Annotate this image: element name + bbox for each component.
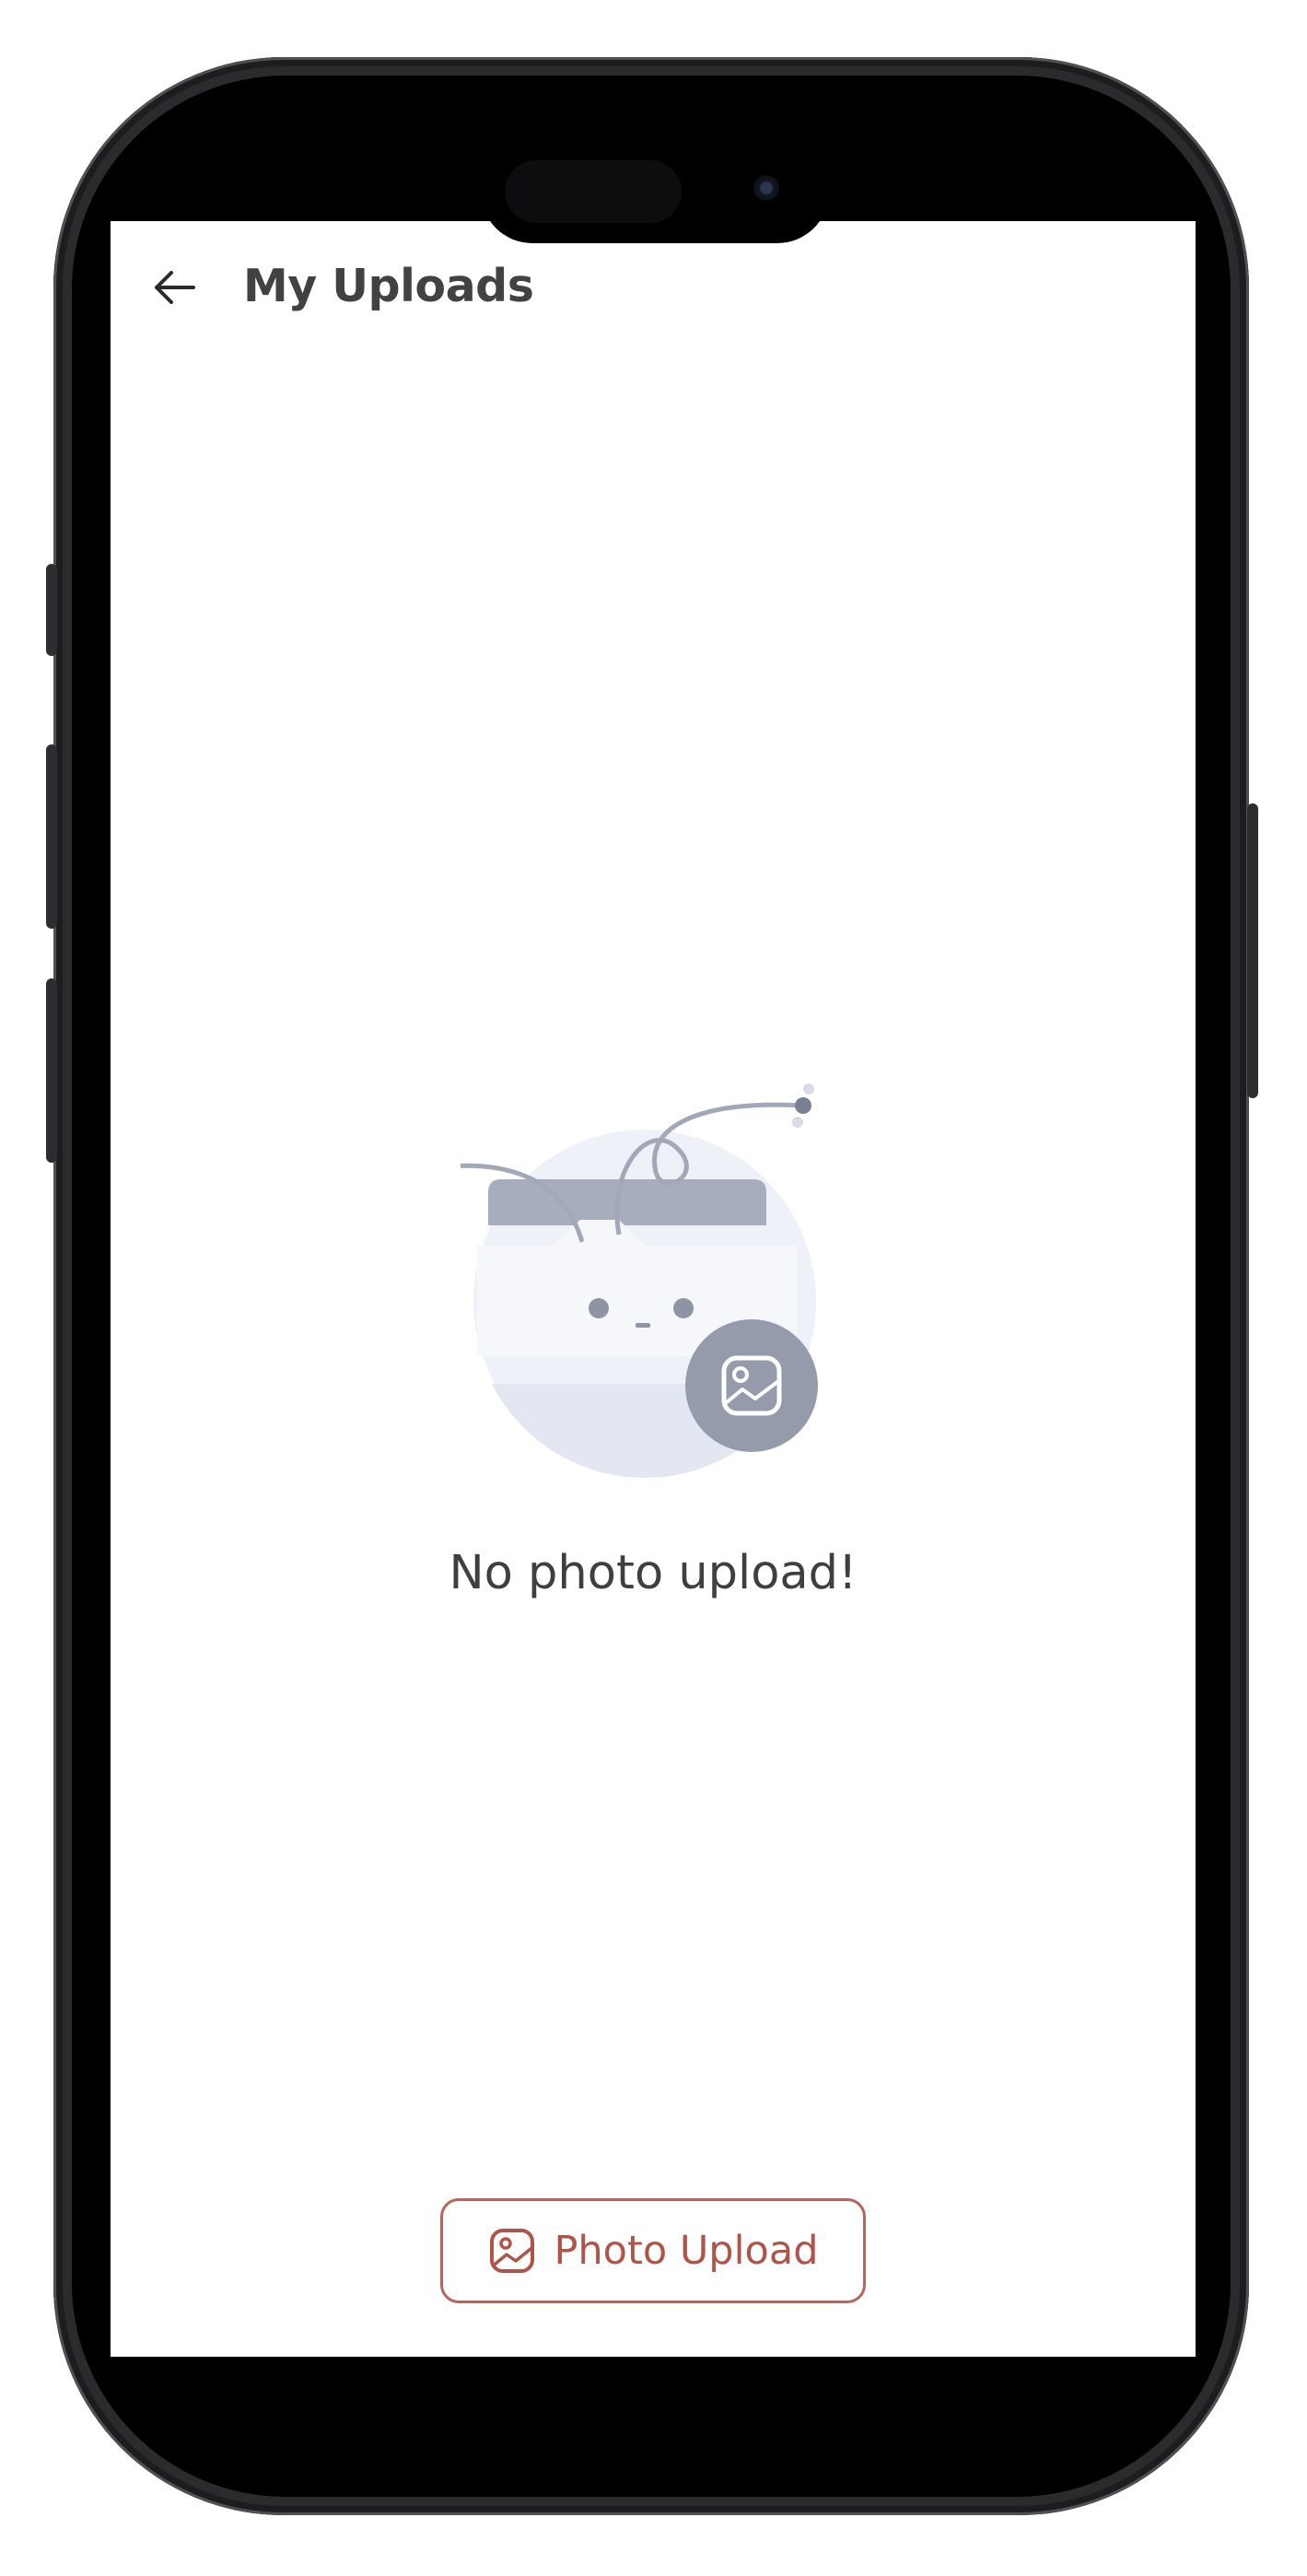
island-sensor <box>505 160 682 223</box>
app-screen: My Uploads No photo upload! Photo Upload <box>111 221 1196 2357</box>
action-button <box>46 564 57 656</box>
empty-folder-photo-icon <box>461 1083 818 1479</box>
empty-state-message: No photo upload! <box>449 1546 858 1600</box>
device-mockup: My Uploads No photo upload! Photo Upload <box>0 0 1307 2576</box>
volume-down-button <box>46 978 57 1163</box>
power-button <box>1247 803 1258 1098</box>
page-title: My Uploads <box>243 260 534 312</box>
image-icon <box>489 2229 534 2273</box>
arrow-left-icon[interactable] <box>149 262 201 313</box>
camera-icon <box>753 175 779 201</box>
volume-up-button <box>46 744 57 929</box>
photo-upload-label: Photo Upload <box>554 2228 819 2274</box>
photo-upload-button[interactable]: Photo Upload <box>440 2198 866 2303</box>
